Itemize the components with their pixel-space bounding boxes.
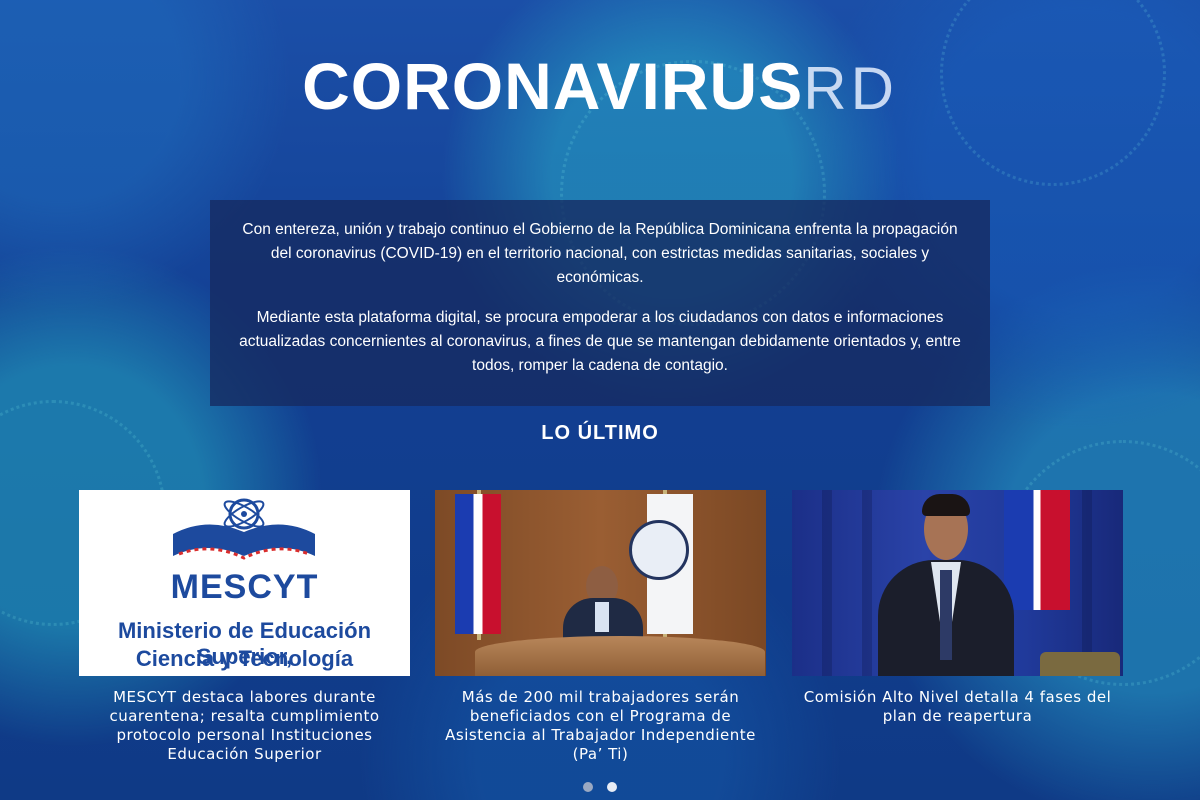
curtain-fold [862, 490, 872, 676]
intro-paragraph: Con entereza, unión y trabajo continuo e… [242, 221, 958, 286]
dominican-flag [455, 494, 501, 634]
curtain-fold [822, 490, 832, 676]
conference-table [475, 636, 765, 676]
lectern [1040, 652, 1120, 676]
dominican-flag [1004, 490, 1070, 610]
news-card-caption[interactable]: Comisión Alto Nivel detalla 4 fases del … [792, 688, 1123, 726]
mescyt-subtitle-band: Ministerio de Educación Superior, Cienci… [79, 614, 410, 676]
site-title: CORONAVIRUSRD [0, 50, 1200, 125]
intro-panel: Con entereza, unión y trabajo continuo e… [210, 200, 990, 406]
news-card[interactable]: Comisión Alto Nivel detalla 4 fases del … [792, 490, 1123, 726]
mescyt-logo-icon [173, 498, 315, 560]
speaker-figure [940, 570, 952, 660]
mescyt-subtitle-line: Ciencia y Tecnología [135, 646, 354, 671]
ministry-seal-icon [629, 520, 689, 580]
official-figure [595, 602, 609, 632]
news-card-image[interactable]: MESCYT Ministerio de Educación Superior,… [79, 490, 410, 676]
carousel-dot-1[interactable] [583, 782, 593, 792]
site-title-thin: RD [803, 55, 898, 122]
site-title-strong: CORONAVIRUS [302, 49, 804, 123]
carousel-dot-2[interactable] [607, 782, 617, 792]
news-card[interactable]: MESCYT Ministerio de Educación Superior,… [79, 490, 410, 764]
intro-paragraph: Mediante esta plataforma digital, se pro… [239, 309, 961, 374]
mescyt-wordmark: MESCYT [170, 568, 319, 606]
news-card-caption[interactable]: MESCYT destaca labores durante cuarenten… [79, 688, 410, 764]
news-card-image[interactable] [792, 490, 1123, 676]
carousel-pagination [582, 782, 622, 794]
news-card-caption[interactable]: Más de 200 mil trabajadores serán benefi… [435, 688, 766, 764]
news-card[interactable]: Más de 200 mil trabajadores serán benefi… [435, 490, 766, 764]
news-card-image[interactable] [435, 490, 766, 676]
speaker-figure [922, 494, 970, 516]
curtain-fold [1082, 490, 1092, 676]
latest-news-heading: LO ÚLTIMO [541, 422, 659, 444]
